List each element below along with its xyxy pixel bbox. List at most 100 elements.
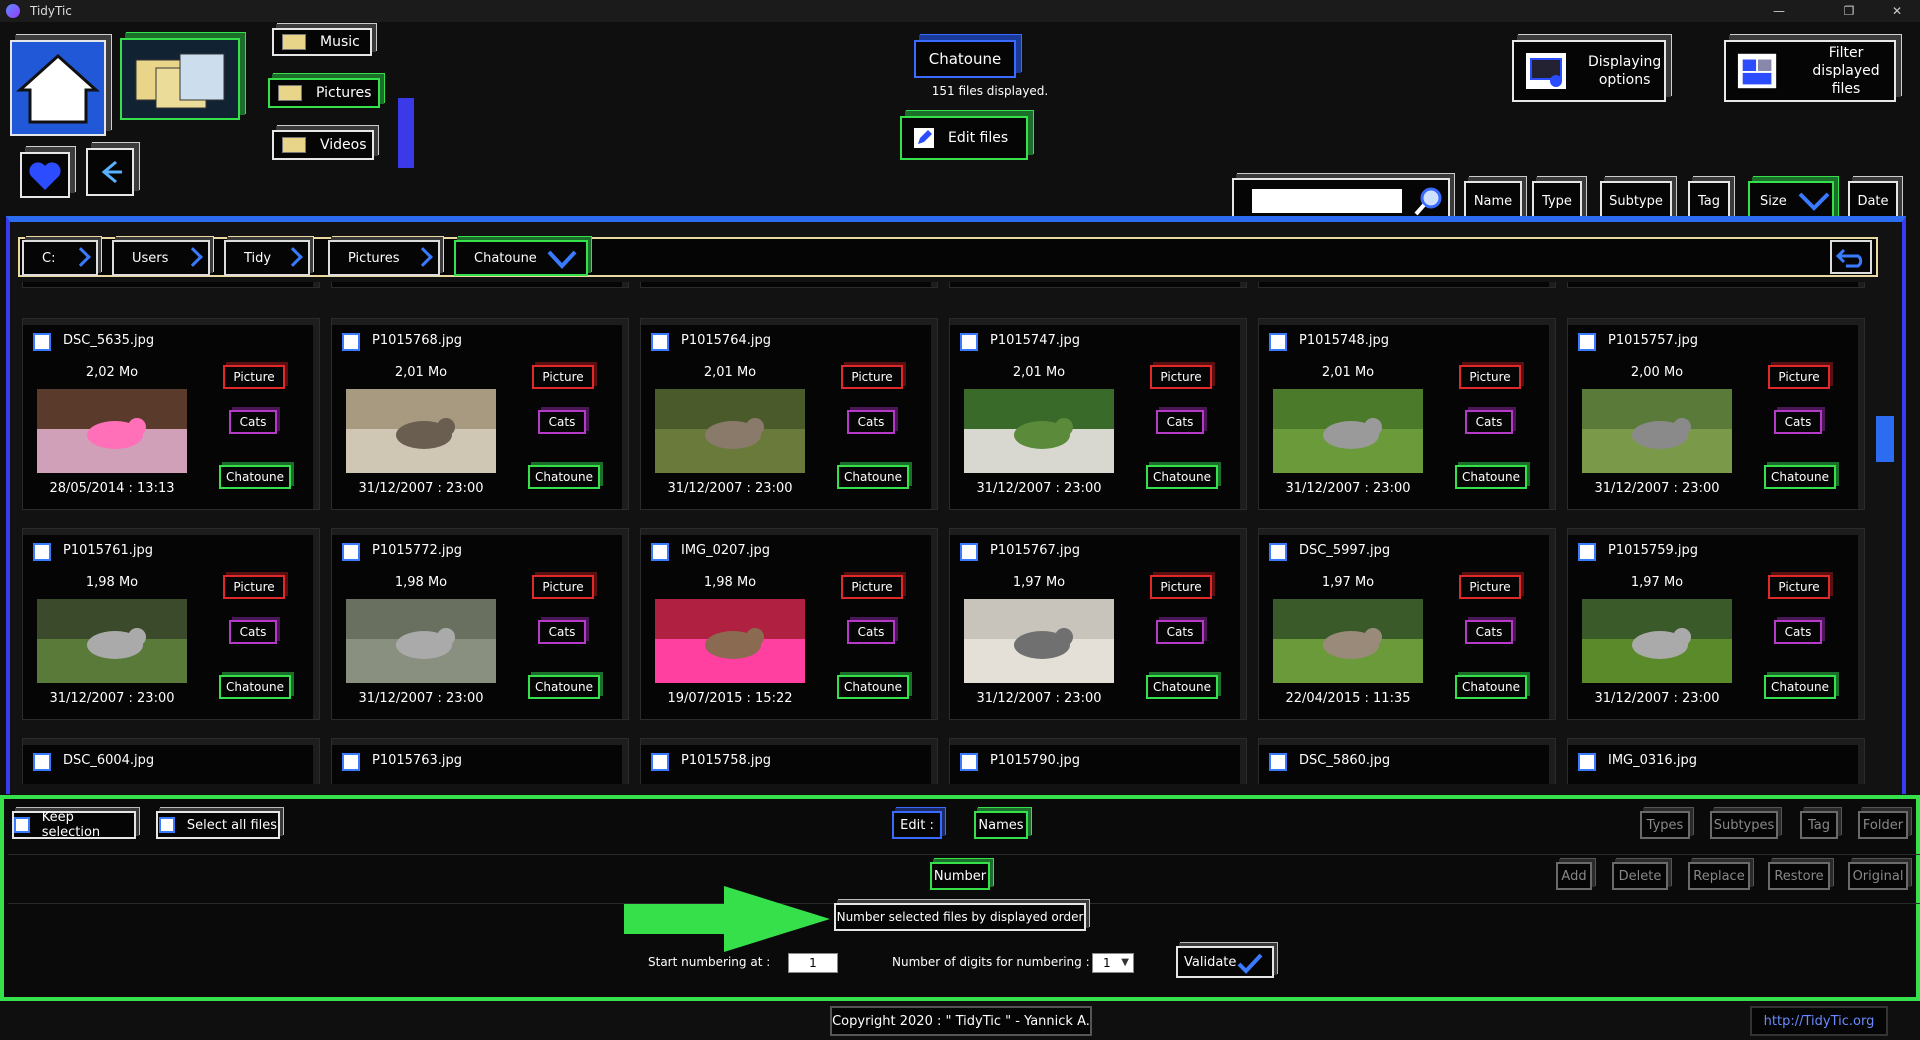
select-all-toggle[interactable]: Select all files [156,811,280,839]
type-badge[interactable]: Picture [223,575,285,599]
tag-badge[interactable]: Chatoune [219,675,291,699]
subtype-badge[interactable]: Cats [1774,410,1822,434]
checkbox-icon[interactable] [651,333,669,351]
file-card[interactable]: 31/12/2007 : 23:00 [949,282,1247,288]
file-thumbnail[interactable] [1582,389,1732,473]
type-badge[interactable]: Picture [1150,575,1212,599]
subtype-badge[interactable]: Cats [1156,620,1204,644]
breadcrumb-pictures[interactable]: Pictures [328,240,440,276]
subtype-badge[interactable]: Cats [1465,410,1513,434]
number-button[interactable]: Number [930,862,990,890]
checkbox-icon[interactable] [651,753,669,771]
checkbox-icon[interactable] [33,333,51,351]
start-numbering-input[interactable]: 1 [788,953,838,973]
names-button[interactable]: Names [974,811,1028,839]
type-badge[interactable]: Picture [1459,365,1521,389]
subtype-badge[interactable]: Cats [1156,410,1204,434]
checkbox-icon[interactable] [33,543,51,561]
tag-badge[interactable]: Chatoune [1455,675,1527,699]
subtype-badge[interactable]: Cats [1774,620,1822,644]
type-badge[interactable]: Picture [1150,365,1212,389]
filter-files-button[interactable]: Filter displayed files [1724,40,1896,102]
checkbox-icon[interactable] [1269,333,1287,351]
checkbox-icon[interactable] [342,543,360,561]
file-card[interactable]: IMG_0316.jpg [1567,738,1865,784]
file-card[interactable]: P1015772.jpg 1,98 Mo 31/12/2007 : 23:00 Pic… [331,528,629,720]
file-card[interactable]: P1015747.jpg 2,01 Mo 31/12/2007 : 23:00 Pic… [949,318,1247,510]
file-card[interactable]: P1015790.jpg [949,738,1247,784]
file-card[interactable]: P1015763.jpg [331,738,629,784]
file-card[interactable]: P1015764.jpg 2,01 Mo 31/12/2007 : 23:00 Pic… [640,318,938,510]
file-card[interactable]: DSC_5997.jpg 1,97 Mo 22/04/2015 : 11:35 Pic… [1258,528,1556,720]
add-button[interactable]: Add [1556,862,1592,890]
tag-badge[interactable]: Chatoune [1764,675,1836,699]
search-icon[interactable] [1412,184,1446,218]
minimize-button[interactable]: — [1756,0,1802,22]
subtype-badge[interactable]: Cats [847,410,895,434]
file-thumbnail[interactable] [1273,599,1423,683]
subtype-badge[interactable]: Cats [538,410,586,434]
number-by-order-button[interactable]: Number selected files by displayed order [834,903,1086,931]
menu-scrollbar[interactable] [398,98,414,168]
file-thumbnail[interactable] [346,389,496,473]
checkbox-icon[interactable] [651,543,669,561]
subtype-badge[interactable]: Cats [229,620,277,644]
file-card[interactable]: DSC_5860.jpg [1258,738,1556,784]
sort-date-button[interactable]: Date [1848,181,1898,221]
file-card[interactable]: 31/12/2007 : 23:00 [331,282,629,288]
type-badge[interactable]: Picture [532,365,594,389]
subtype-badge[interactable]: Cats [847,620,895,644]
tag-badge[interactable]: Chatoune [1146,465,1218,489]
file-card[interactable]: P1015757.jpg 2,00 Mo 31/12/2007 : 23:00 Pic… [1567,318,1865,510]
checkbox-icon[interactable] [960,333,978,351]
folders-button[interactable] [120,38,240,120]
file-thumbnail[interactable] [346,599,496,683]
file-card[interactable]: P1015748.jpg 2,01 Mo 31/12/2007 : 23:00 Pic… [1258,318,1556,510]
sort-size-button[interactable]: Size [1748,181,1834,221]
tag-badge[interactable]: Chatoune [837,465,909,489]
file-card[interactable]: 09/04/2016 : 17:45 [640,282,938,288]
breadcrumb-users[interactable]: Users [112,240,210,276]
validate-button[interactable]: Validate [1176,946,1274,978]
subtype-badge[interactable]: Cats [1465,620,1513,644]
sort-name-button[interactable]: Name [1464,181,1522,221]
original-button[interactable]: Original [1848,862,1908,890]
file-card[interactable]: DSC_6004.jpg [22,738,320,784]
checkbox-icon[interactable] [960,543,978,561]
subtype-badge[interactable]: Cats [229,410,277,434]
menu-videos[interactable]: Videos [272,130,374,160]
tag-button[interactable]: Tag [1800,811,1838,839]
file-card[interactable]: P1015767.jpg 1,97 Mo 31/12/2007 : 23:00 Pic… [949,528,1247,720]
checkbox-icon[interactable] [1578,333,1596,351]
tag-badge[interactable]: Chatoune [1146,675,1218,699]
checkbox-icon[interactable] [33,753,51,771]
file-card[interactable]: P1015761.jpg 1,98 Mo 31/12/2007 : 23:00 Pic… [22,528,320,720]
file-card[interactable]: 31/12/2007 : 23:00 [1258,282,1556,288]
sort-type-button[interactable]: Type [1532,181,1582,221]
file-thumbnail[interactable] [655,389,805,473]
delete-button[interactable]: Delete [1612,862,1668,890]
checkbox-icon[interactable] [960,753,978,771]
subtype-badge[interactable]: Cats [538,620,586,644]
type-badge[interactable]: Picture [841,365,903,389]
file-thumbnail[interactable] [1582,599,1732,683]
digits-select[interactable]: 1 ▼ [1092,953,1134,973]
checkbox-icon[interactable] [342,333,360,351]
folder-button[interactable]: Folder [1858,811,1908,839]
displaying-options-button[interactable]: Displaying options [1512,40,1666,102]
file-card[interactable]: P1015768.jpg 2,01 Mo 31/12/2007 : 23:00 Pic… [331,318,629,510]
checkbox-icon[interactable] [1578,543,1596,561]
types-button[interactable]: Types [1640,811,1690,839]
edit-files-button[interactable]: Edit files [900,116,1028,160]
undo-path-button[interactable] [1830,240,1872,274]
file-card[interactable]: P1015759.jpg 1,97 Mo 31/12/2007 : 23:00 Pic… [1567,528,1865,720]
checkbox-icon[interactable] [1269,543,1287,561]
file-card[interactable]: DSC_5635.jpg 2,02 Mo 28/05/2014 : 13:13 Pic… [22,318,320,510]
tag-badge[interactable]: Chatoune [528,465,600,489]
menu-pictures[interactable]: Pictures [268,78,380,108]
tag-badge[interactable]: Chatoune [1455,465,1527,489]
file-card[interactable]: P1015758.jpg [640,738,938,784]
tag-badge[interactable]: Chatoune [219,465,291,489]
file-thumbnail[interactable] [964,599,1114,683]
breadcrumb-c[interactable]: C: [22,240,98,276]
